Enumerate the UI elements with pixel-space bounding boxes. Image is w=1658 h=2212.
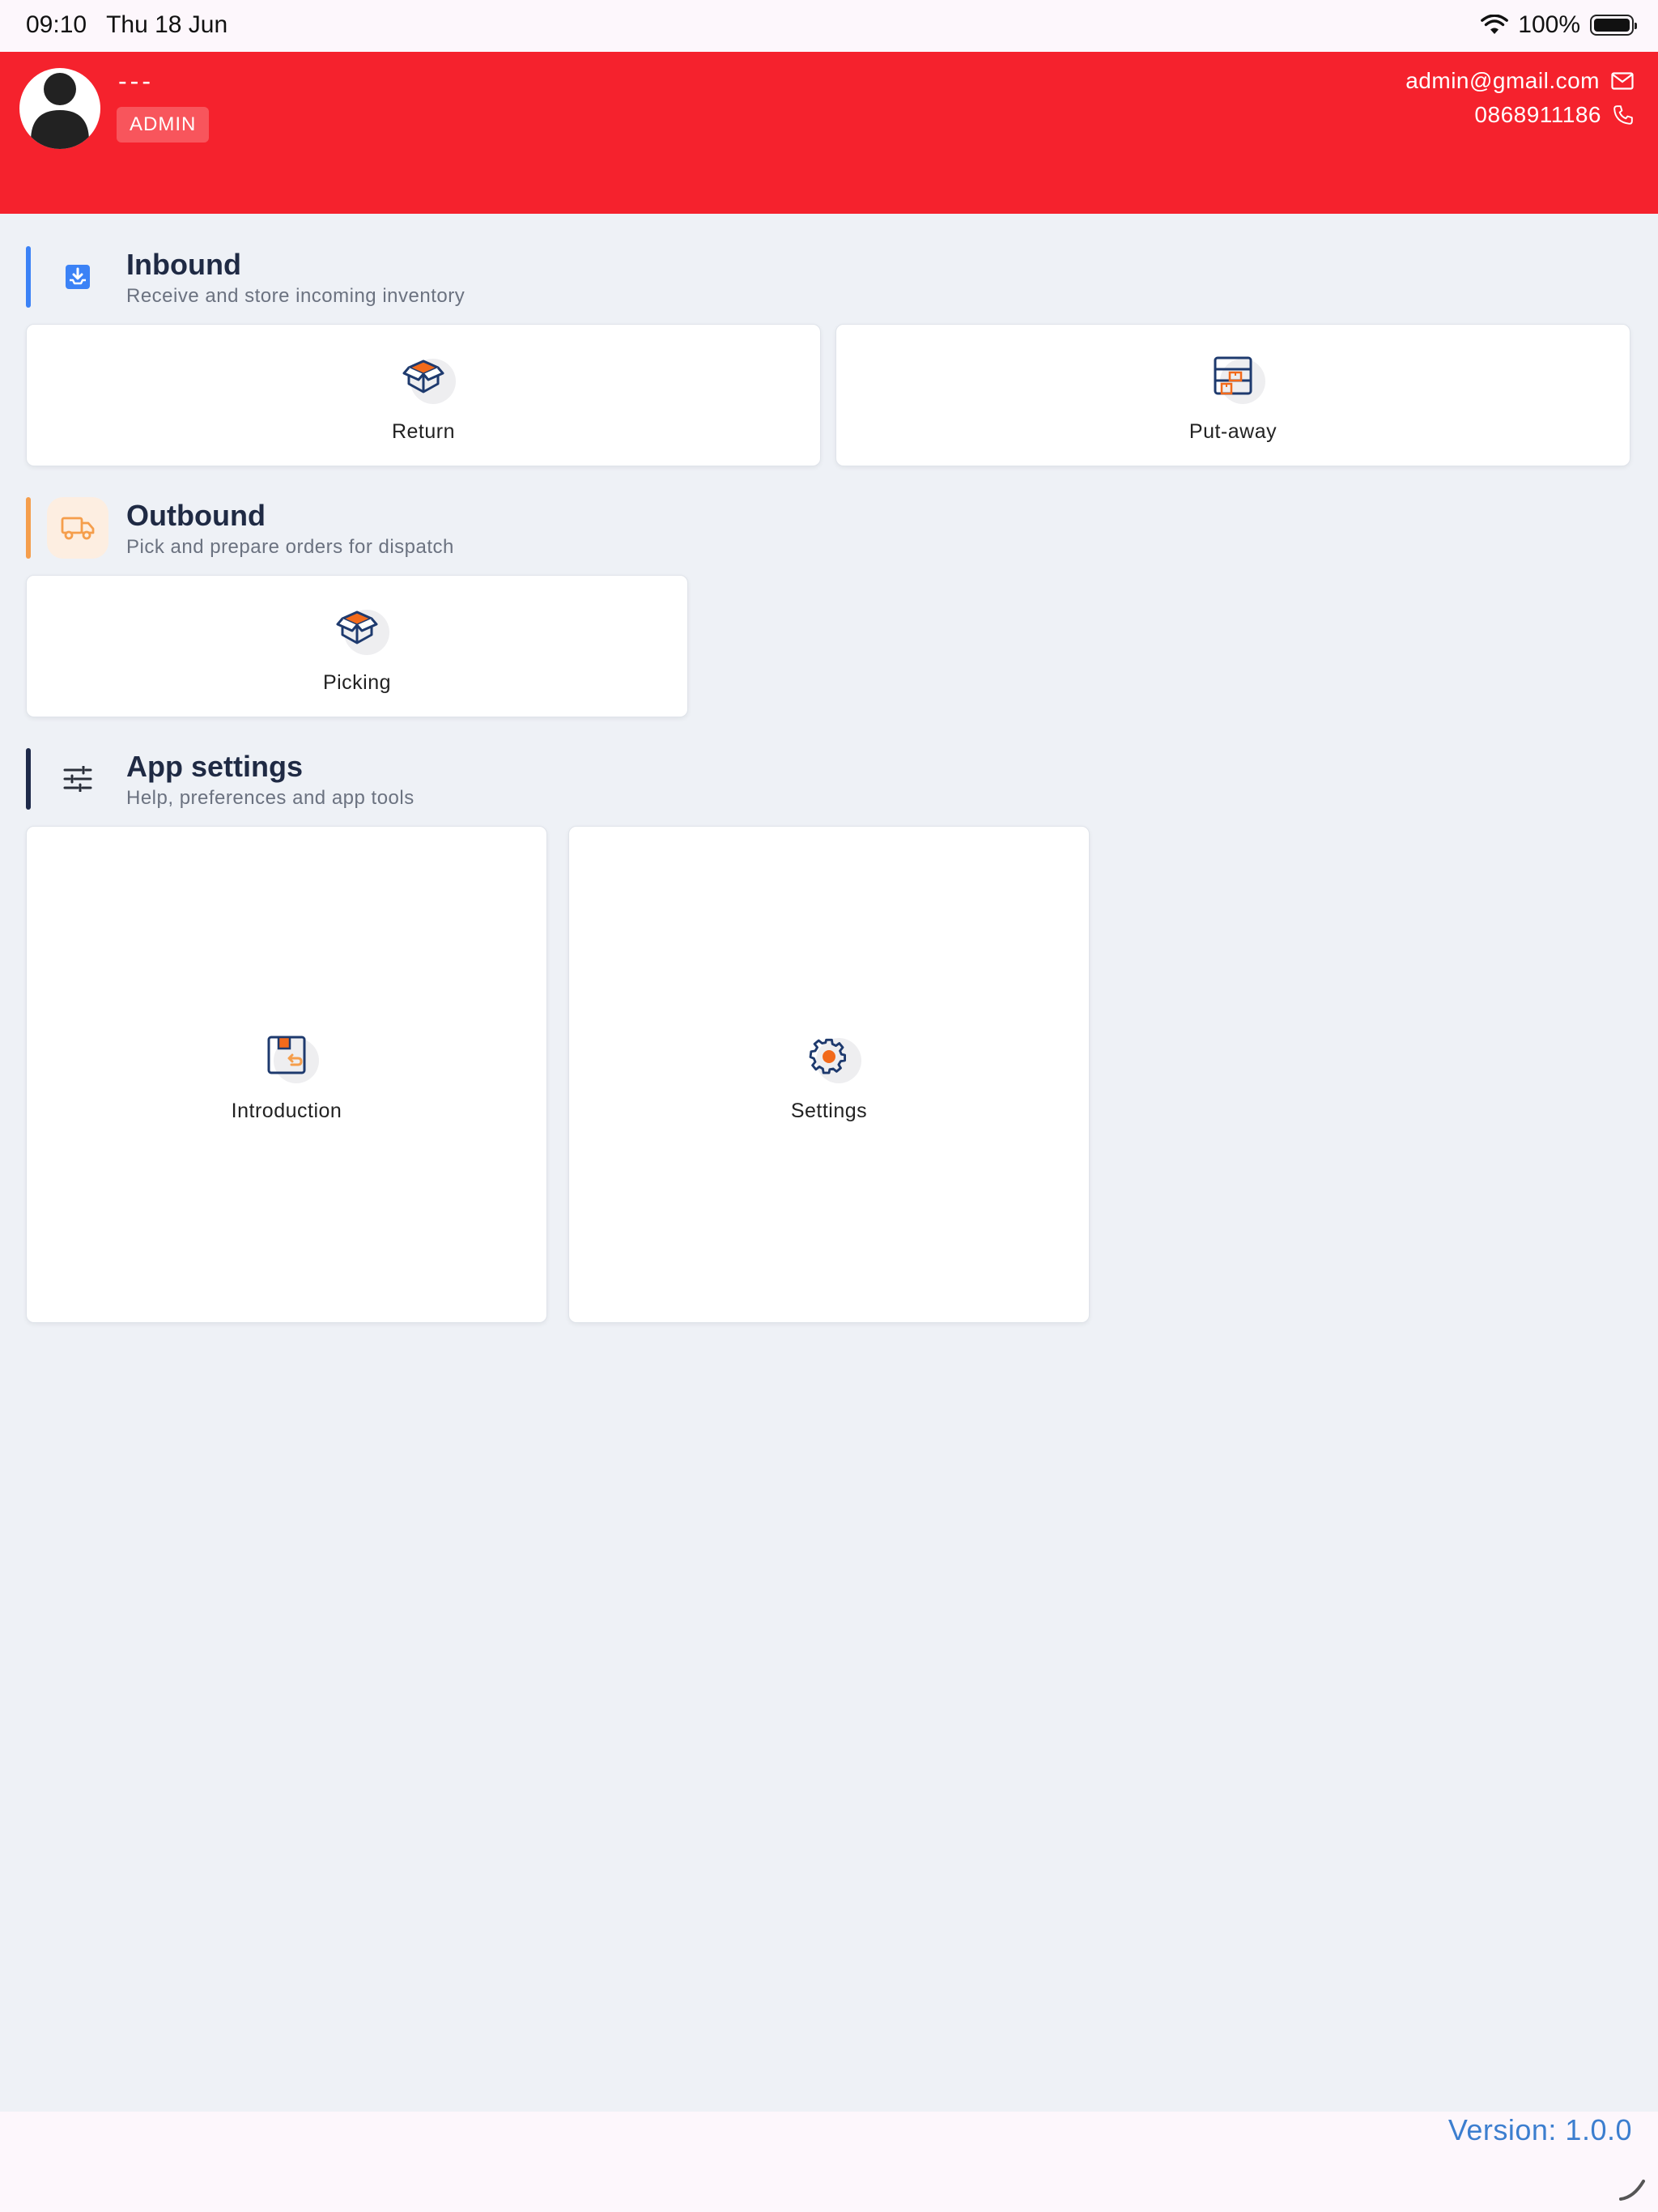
card-return[interactable]: Return [26, 324, 821, 466]
status-bar: 09:10 Thu 18 Jun 100% [0, 0, 1658, 52]
card-settings[interactable]: Settings [568, 826, 1090, 1323]
section-outbound: Outbound Pick and prepare orders for dis… [26, 497, 835, 559]
phone-icon [1613, 105, 1633, 125]
status-date: Thu 18 Jun [106, 11, 228, 38]
user-silhouette-icon [31, 73, 89, 149]
wifi-icon [1481, 15, 1509, 34]
section-app-settings: App settings Help, preferences and app t… [26, 748, 835, 810]
avatar[interactable] [19, 68, 100, 149]
shelf-icon [1201, 347, 1265, 404]
section-accent-bar [26, 748, 31, 810]
footer [0, 2112, 1658, 2212]
mail-icon [1611, 72, 1634, 90]
contact-email: admin@gmail.com [1405, 68, 1634, 94]
section-title: Inbound [126, 248, 241, 281]
sliders-icon [47, 748, 108, 810]
email-text: admin@gmail.com [1405, 68, 1600, 93]
card-put-away[interactable]: Put-away [835, 324, 1630, 466]
phone-text: 0868911186 [1474, 102, 1601, 127]
contact-phone: 0868911186 [1474, 102, 1634, 128]
section-subtitle: Pick and prepare orders for dispatch [126, 536, 454, 558]
section-accent-bar [26, 497, 31, 559]
section-title: App settings [126, 750, 304, 783]
gear-icon [797, 1027, 861, 1083]
intro-icon [254, 1027, 319, 1083]
role-badge: ADMIN [117, 107, 210, 143]
truck-icon [47, 497, 108, 559]
card-label: Introduction [231, 1099, 342, 1122]
box-icon [391, 347, 456, 404]
battery-percent: 100% [1518, 11, 1580, 38]
resize-handle-icon[interactable] [1618, 2173, 1647, 2202]
section-subtitle: Help, preferences and app tools [126, 787, 414, 809]
card-picking[interactable]: Picking [26, 575, 688, 717]
section-inbound: Inbound Receive and store incoming inven… [26, 246, 835, 308]
section-accent-bar [26, 246, 31, 308]
card-label: Settings [790, 1099, 868, 1122]
inbox-download-icon [47, 246, 108, 308]
battery-icon [1590, 15, 1637, 36]
card-label: Return [391, 419, 456, 443]
card-label: Put-away [1188, 419, 1278, 443]
box-icon [325, 598, 389, 655]
section-title: Outbound [126, 499, 266, 532]
card-label: Picking [322, 670, 392, 694]
status-time: 09:10 [26, 11, 87, 38]
section-subtitle: Receive and store incoming inventory [126, 285, 466, 307]
version-text: Version: 1.0.0 [1448, 2113, 1632, 2146]
card-introduction[interactable]: Introduction [26, 826, 547, 1323]
user-name: --- [118, 66, 154, 96]
profile-header: --- ADMIN admin@gmail.com 0868911186 [0, 52, 1658, 214]
